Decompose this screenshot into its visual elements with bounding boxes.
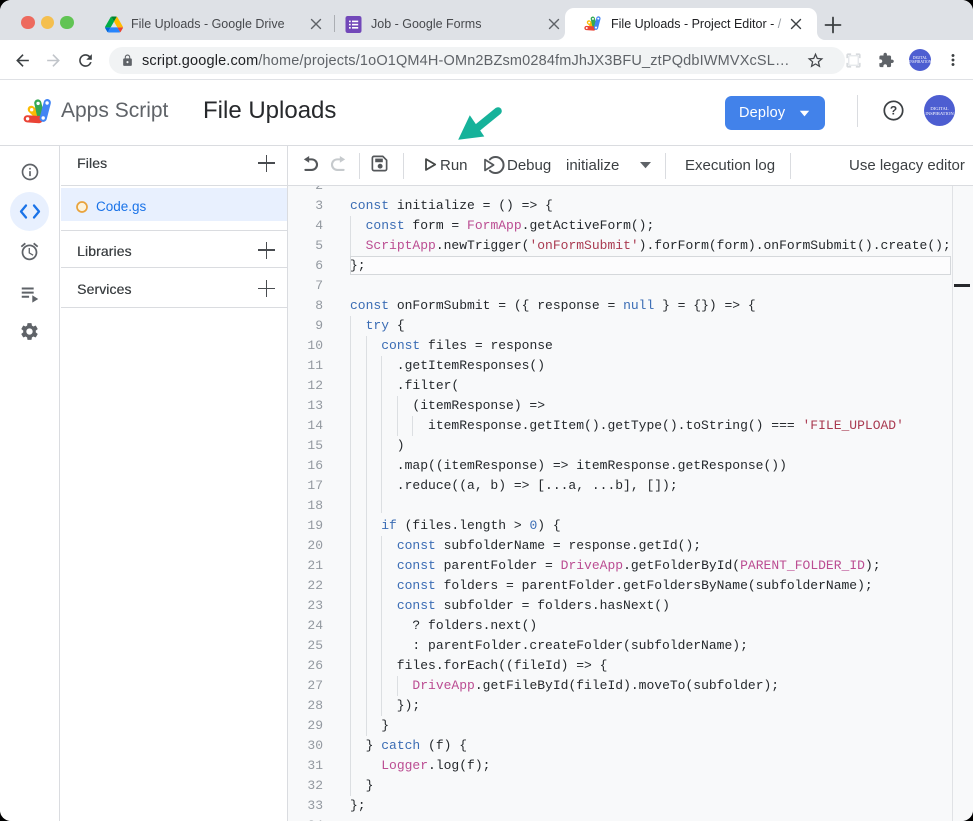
- svg-text:?: ?: [890, 104, 897, 118]
